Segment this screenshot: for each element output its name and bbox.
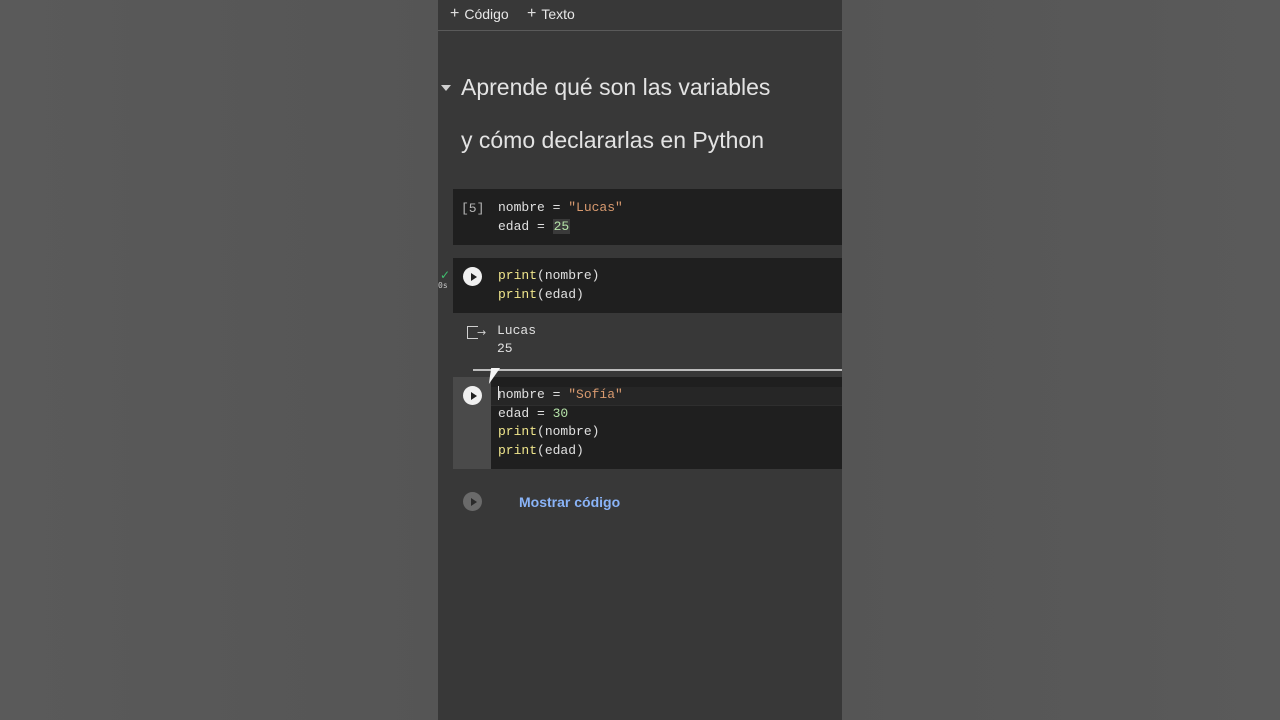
notebook-toolbar: + Código + Texto [438,0,842,31]
show-code-link[interactable]: Mostrar código [519,494,620,510]
code-number: 25 [552,218,571,234]
output-line: 25 [497,341,513,356]
code-cell-3[interactable]: nombre = "Sofía" edad = 30 print(nombre)… [453,377,842,469]
code-token: nombre = [498,387,569,402]
code-function: print [498,424,538,439]
run-cell-button[interactable] [463,267,482,286]
code-token: (edad) [537,286,584,302]
run-duration: 0s [438,281,448,290]
code-token: nombre = [498,200,569,215]
play-icon [470,391,477,400]
section-collapse-caret-icon[interactable] [441,85,451,91]
run-success-check-icon: ✓ [440,268,451,282]
code-token: (nombre) [537,268,600,283]
code-editor[interactable]: nombre = "Lucas" edad = 25 [498,199,623,236]
plus-icon: + [527,5,537,22]
play-icon [470,272,477,281]
code-string: "Sofía" [568,387,623,402]
code-cell-2[interactable]: print(nombre) print(edad) [453,258,842,313]
add-text-label: Texto [541,6,575,22]
add-code-label: Código [464,6,509,22]
code-function: print [498,442,538,458]
code-editor[interactable]: nombre = "Sofía" edad = 30 print(nombre)… [498,386,623,460]
section-heading-line2: y cómo declararlas en Python [461,127,764,153]
code-editor[interactable]: print(nombre) print(edad) [498,267,599,304]
cell-gutter [453,258,491,313]
plus-icon: + [450,5,460,22]
output-line: Lucas [497,323,537,338]
cell-gutter: [5] [453,189,491,245]
code-cell-1[interactable]: [5] nombre = "Lucas" edad = 25 [453,189,842,245]
background-left [0,0,438,720]
run-cell-button[interactable] [463,386,482,405]
run-hidden-cell-button[interactable] [463,492,482,511]
code-number: 30 [552,405,569,421]
background-right [842,0,1280,720]
cell-insert-divider[interactable] [473,369,842,371]
code-token: (nombre) [537,424,600,439]
add-text-button[interactable]: + Texto [527,5,575,23]
code-function: print [498,268,538,283]
cell-output: → Lucas 25 [453,316,842,368]
code-token: edad = [498,218,553,234]
output-text: Lucas 25 [497,322,536,358]
code-token: edad = [498,405,553,421]
code-function: print [498,286,538,302]
output-arrow-icon: → [477,326,487,339]
notebook-panel: + Código + Texto Aprende qué son las var… [438,0,842,720]
code-token: (edad) [537,442,584,458]
add-code-button[interactable]: + Código [450,5,509,23]
code-string: "Lucas" [568,200,623,215]
cell-gutter-active [453,377,491,469]
execution-count: [5] [461,201,485,216]
play-icon [470,497,477,506]
section-heading-line1: Aprende qué son las variables [461,74,771,100]
